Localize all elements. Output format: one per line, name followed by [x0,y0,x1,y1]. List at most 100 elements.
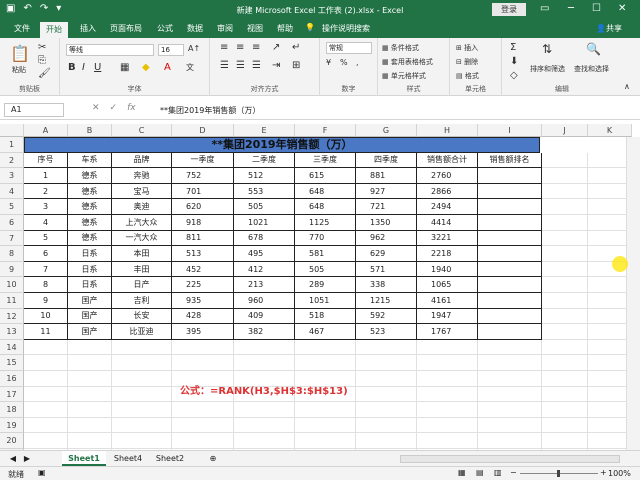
empty-cell[interactable] [356,417,417,434]
align-bottom-icon[interactable]: ≡ [252,42,260,53]
table-cell[interactable]: 11 [24,324,68,340]
table-cell[interactable]: 6 [24,246,68,262]
table-cell[interactable]: 2 [24,183,68,200]
empty-cell[interactable] [234,355,295,371]
empty-cell[interactable] [478,371,542,387]
row-header[interactable]: 2 [0,152,24,169]
empty-cell[interactable] [356,433,417,449]
table-cell[interactable]: 2866 [417,183,478,200]
table-cell[interactable]: 2494 [417,199,478,215]
table-cell[interactable]: 8 [24,277,68,293]
empty-cell[interactable] [542,355,588,371]
empty-cell[interactable] [112,417,172,434]
table-cell[interactable]: 648 [295,199,356,215]
table-cell[interactable]: 428 [172,308,234,325]
table-cell[interactable]: 505 [234,199,295,215]
table-cell[interactable]: 2760 [417,168,478,184]
bold-icon[interactable]: B [68,62,76,73]
table-cell[interactable]: 德系 [68,168,112,184]
format-as-table-button[interactable]: ▦ 套用表格格式 [382,57,433,67]
table-cell[interactable]: 日系 [68,261,112,278]
table-cell[interactable]: 7 [24,261,68,278]
empty-cell[interactable] [417,339,478,356]
empty-cell[interactable] [24,371,68,387]
table-cell[interactable]: 1 [24,168,68,184]
indent-icon[interactable]: ⇥ [272,60,280,71]
tab-review[interactable]: 审阅 [217,23,233,34]
table-cell[interactable]: 518 [295,308,356,325]
row-header[interactable]: 6 [0,215,24,231]
merge-center-icon[interactable]: ⊞ [292,60,300,71]
empty-cell[interactable] [542,339,588,356]
row-header[interactable]: 13 [0,324,24,340]
empty-cell[interactable] [172,339,234,356]
table-cell[interactable]: 比亚迪 [112,324,172,340]
table-cell[interactable]: 1051 [295,293,356,309]
table-cell[interactable]: 935 [172,293,234,309]
empty-cell[interactable] [542,433,588,449]
empty-cell[interactable] [112,433,172,449]
empty-cell[interactable] [356,371,417,387]
table-cell[interactable]: 289 [295,277,356,293]
column-header[interactable]: H [417,124,478,137]
table-cell[interactable]: 德系 [68,183,112,200]
empty-cell[interactable] [542,386,588,403]
column-header[interactable]: B [68,124,112,137]
empty-cell[interactable] [417,355,478,371]
empty-cell[interactable] [112,386,172,403]
table-cell[interactable]: 648 [295,183,356,200]
table-cell[interactable] [478,308,542,325]
autosum-icon[interactable]: Σ [510,42,516,53]
empty-cell[interactable] [356,386,417,403]
share-button[interactable]: 👤共享 [596,23,622,34]
table-cell[interactable]: 495 [234,246,295,262]
table-cell[interactable] [478,183,542,200]
align-middle-icon[interactable]: ≡ [236,42,244,53]
empty-cell[interactable] [24,355,68,371]
align-right-icon[interactable]: ☰ [252,60,261,71]
table-cell[interactable] [478,261,542,278]
row-header[interactable]: 10 [0,277,24,293]
worksheet-grid[interactable]: A B C D E F G H I J K 1 2 3 4 5 6 7 8 9 10 11 12 13 14 15 16 17 18 19… [0,124,640,450]
table-cell[interactable]: 213 [234,277,295,293]
table-cell[interactable]: 国产 [68,308,112,325]
table-cell[interactable]: 1940 [417,261,478,278]
row-header[interactable]: 20 [0,433,24,449]
column-header[interactable]: J [542,124,588,137]
empty-cell[interactable] [295,402,356,418]
table-cell[interactable]: 4414 [417,215,478,231]
empty-cell[interactable] [542,199,588,215]
empty-cell[interactable] [172,402,234,418]
empty-cell[interactable] [542,183,588,200]
align-center-icon[interactable]: ☰ [236,60,245,71]
empty-cell[interactable] [542,168,588,184]
table-cell[interactable]: 4161 [417,293,478,309]
column-header[interactable]: D [172,124,234,137]
table-cell[interactable]: 571 [356,261,417,278]
table-cell[interactable]: 752 [172,168,234,184]
table-cell[interactable]: 吉利 [112,293,172,309]
header-cell[interactable]: 销售额排名 [478,152,542,169]
empty-cell[interactable] [542,152,588,169]
table-cell[interactable] [478,324,542,340]
empty-cell[interactable] [112,371,172,387]
phonetic-icon[interactable]: 文 [186,62,194,73]
close-icon[interactable]: ✕ [618,3,626,14]
login-button[interactable]: 登录 [492,3,526,16]
sheet-tab-sheet2[interactable]: Sheet2 [150,451,190,466]
table-cell[interactable]: 奥迪 [112,199,172,215]
table-cell[interactable]: 721 [356,199,417,215]
zoom-in-icon[interactable]: + [600,468,607,477]
empty-cell[interactable] [478,417,542,434]
cell-styles-button[interactable]: ▦ 单元格样式 [382,71,426,81]
table-cell[interactable]: 927 [356,183,417,200]
empty-cell[interactable] [112,355,172,371]
row-header[interactable]: 17 [0,386,24,403]
table-cell[interactable]: 4 [24,215,68,231]
zoom-slider-thumb[interactable] [557,470,560,477]
page-layout-view-icon[interactable]: ▤ [476,468,484,477]
tab-home[interactable]: 开始 [40,22,68,38]
table-cell[interactable]: 3221 [417,230,478,247]
delete-cells-button[interactable]: ⊟ 删除 [456,57,478,67]
table-cell[interactable]: 592 [356,308,417,325]
